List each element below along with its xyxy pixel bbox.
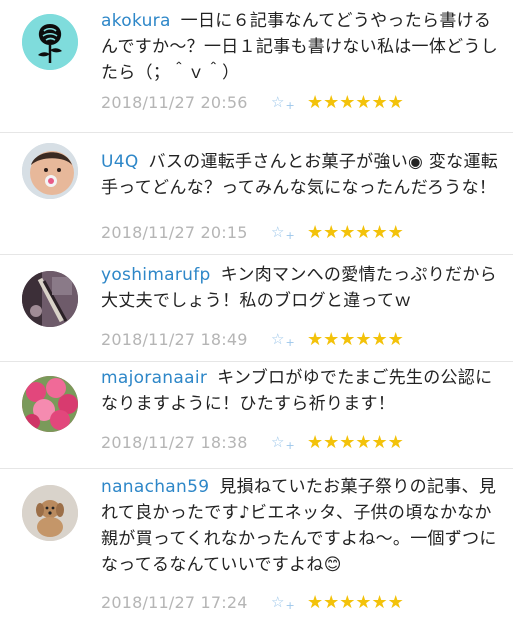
comment-text: U4Q バスの運転手さんとお菓子が強い◉ 変な運転手ってどんな？ってみんな気になっ… [101, 152, 499, 198]
dog-photo [22, 485, 78, 541]
add-star-icon[interactable]: ☆ + [271, 591, 299, 613]
comment-text: majoranaair キンブロがゆでたまご先生の公認になりますように！ひたすら祈… [101, 368, 493, 414]
star-rating: ★★★★★★ [307, 91, 404, 113]
add-star-icon[interactable]: ☆ + [271, 221, 299, 243]
avatar[interactable] [22, 376, 78, 432]
comment-date: 2018/11/27 20:56 [101, 92, 248, 112]
comment-text: nanachan59 見損ねていたお菓子祭りの記事、見れて良かったです♪ビエネッタ… [101, 477, 497, 575]
add-star-icon[interactable]: ☆ + [271, 431, 299, 453]
comment-item: yoshimarufp キン肉マンへの愛情たっぷりだから大丈夫でしょう！私のブログ… [0, 255, 513, 362]
avatar[interactable] [22, 485, 78, 541]
comment-username[interactable]: yoshimarufp [101, 265, 211, 285]
avatar[interactable] [22, 14, 78, 70]
add-star-icon[interactable]: ☆ + [271, 328, 299, 350]
comment-username[interactable]: akokura [101, 11, 171, 31]
comment-item: majoranaair キンブロがゆでたまご先生の公認になりますように！ひたすら祈… [0, 362, 513, 469]
avatar[interactable] [22, 143, 78, 199]
comment-date: 2018/11/27 18:38 [101, 432, 248, 452]
avatar[interactable] [22, 271, 78, 327]
star-rating: ★★★★★★ [307, 431, 404, 453]
star-rating: ★★★★★★ [307, 591, 404, 613]
baby-photo [22, 143, 78, 199]
guitar-photo [22, 271, 78, 327]
roses-photo [22, 376, 78, 432]
rose-icon [22, 14, 78, 70]
comment-date: 2018/11/27 18:49 [101, 329, 248, 349]
comment-date: 2018/11/27 20:15 [101, 222, 248, 242]
comment-item: akokura 一日に６記事なんてどうやったら書けるんですか〜？一日１記事も書けな… [0, 0, 513, 133]
comment-item: nanachan59 見損ねていたお菓子祭りの記事、見れて良かったです♪ビエネッタ… [0, 469, 513, 640]
comment-username[interactable]: U4Q [101, 152, 139, 172]
star-rating: ★★★★★★ [307, 221, 404, 243]
star-rating: ★★★★★★ [307, 328, 404, 350]
comment-username[interactable]: nanachan59 [101, 477, 209, 497]
comment-item: U4Q バスの運転手さんとお菓子が強い◉ 変な運転手ってどんな？ってみんな気になっ… [0, 133, 513, 255]
comment-text: akokura 一日に６記事なんてどうやったら書けるんですか〜？一日１記事も書けな… [101, 11, 499, 83]
comment-list: akokura 一日に６記事なんてどうやったら書けるんですか〜？一日１記事も書けな… [0, 0, 513, 640]
comment-text: yoshimarufp キン肉マンへの愛情たっぷりだから大丈夫でしょう！私のブログ… [101, 265, 497, 311]
add-star-icon[interactable]: ☆ + [271, 91, 299, 113]
comment-date: 2018/11/27 17:24 [101, 592, 248, 612]
comment-username[interactable]: majoranaair [101, 368, 207, 388]
